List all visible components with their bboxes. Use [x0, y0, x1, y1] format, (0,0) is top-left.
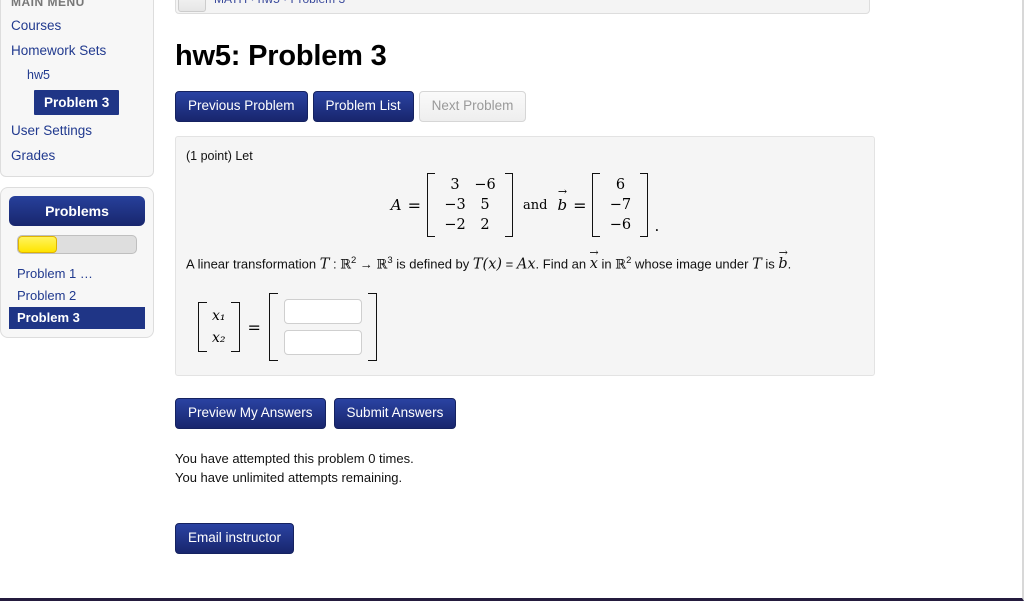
vector-b: 6 −7 −6	[592, 173, 649, 237]
vector-b-symbol: b	[778, 254, 787, 274]
bracket-right-icon	[367, 293, 377, 362]
attempt-status: You have attempted this problem 0 times.…	[175, 449, 875, 487]
A-times-x: Ax	[516, 256, 536, 273]
equals-sign-a: =	[407, 195, 421, 215]
transformation-T: T	[319, 256, 330, 273]
status-line-attempts: You have attempted this problem 0 times.	[175, 451, 414, 467]
sidebar-item-problem-3[interactable]: Problem 3	[34, 90, 120, 115]
matrix-cell: 3	[450, 177, 460, 193]
statement-part-7: .	[787, 256, 792, 272]
vector-b-cells: 6 −7 −6	[600, 173, 640, 237]
sidebar-toggle-icon[interactable]	[178, 0, 206, 12]
problem-link-1[interactable]: Problem 1 …	[9, 263, 145, 285]
bracket-right-icon	[505, 173, 513, 237]
problem-nav-buttons: Previous Problem Problem List Next Probl…	[175, 91, 875, 122]
period: .	[654, 217, 660, 235]
matrix-a-label: A	[390, 196, 402, 214]
bracket-left-icon	[268, 293, 278, 362]
sidebar-item-user-settings[interactable]: User Settings	[1, 118, 153, 143]
points-label: (1 point) Let	[186, 149, 253, 163]
matrix-cell: −6	[609, 217, 632, 233]
sidebar: MAIN MENU Courses Homework Sets hw5 Prob…	[0, 0, 154, 338]
equals-text: =	[502, 256, 517, 272]
submit-answers-button[interactable]: Submit Answers	[333, 398, 457, 430]
T-of-x: T(x)	[472, 256, 503, 273]
statement-part-3: . Find an	[535, 256, 590, 272]
answer-area: x₁ x₂ =	[186, 293, 864, 362]
answer-input-x2[interactable]	[283, 330, 362, 356]
submit-buttons: Preview My Answers Submit Answers	[175, 398, 875, 430]
previous-problem-button[interactable]: Previous Problem	[175, 91, 308, 122]
sidebar-item-courses[interactable]: Courses	[1, 13, 153, 38]
matrix-cell: 2	[480, 217, 490, 233]
statement-part-1: A linear transformation	[186, 256, 320, 272]
answer-vector	[268, 293, 377, 362]
transformation-T: T	[752, 256, 762, 273]
statement-part-6: is	[761, 256, 779, 272]
bracket-right-icon	[230, 302, 240, 353]
breadcrumb: MATH · hw5 · Problem 3	[208, 0, 345, 6]
unknown-vector-cells: x₁ x₂	[207, 302, 231, 352]
problems-panel-title: Problems	[9, 196, 145, 226]
statement-colon: :	[329, 256, 341, 272]
statement-part-4: in	[597, 256, 616, 272]
matrix-cell: −3	[444, 197, 466, 213]
bracket-left-icon	[592, 173, 601, 237]
progress-bar	[17, 235, 137, 254]
matrix-equation: A = 3 −6 −3 5 −2 2 and b =	[186, 173, 864, 237]
answer-equals-sign: =	[247, 317, 261, 337]
reals-symbol: ℝ	[615, 257, 627, 273]
status-line-remaining: You have unlimited attempts remaining.	[175, 470, 403, 486]
next-problem-button: Next Problem	[418, 91, 527, 122]
matrix-cell: −7	[609, 197, 632, 213]
main-menu-panel: MAIN MENU Courses Homework Sets hw5 Prob…	[0, 0, 154, 177]
preview-my-answers-button[interactable]: Preview My Answers	[175, 398, 326, 430]
matrix-cell: 5	[480, 197, 490, 213]
email-instructor-button[interactable]: Email instructor	[175, 523, 295, 555]
problem-panel: (1 point) Let A = 3 −6 −3 5 −2 2 and b →…	[175, 136, 875, 377]
equals-sign-b: =	[573, 195, 587, 215]
sidebar-item-hw5[interactable]: hw5	[1, 63, 153, 88]
matrix-cell: −2	[444, 217, 466, 233]
statement-part-5: whose image under	[631, 256, 753, 272]
problems-panel: Problems Problem 1 … Problem 2 Problem 3	[0, 187, 154, 338]
statement-part-2: is defined by	[392, 256, 473, 272]
matrix-cell: −6	[474, 177, 496, 193]
problem-list-button[interactable]: Problem List	[312, 91, 414, 122]
progress-bar-fill	[18, 236, 57, 253]
page-root: MATH · hw5 · Problem 3 MAIN MENU Courses…	[0, 0, 1024, 601]
bracket-right-icon	[640, 173, 649, 237]
answer-fields	[278, 293, 368, 361]
sidebar-item-grades[interactable]: Grades	[1, 143, 153, 168]
matrix-a-cells: 3 −6 −3 5 −2 2	[435, 173, 505, 237]
arrow-symbol: →	[356, 256, 377, 272]
problem-statement: A linear transformation T : ℝ2 → ℝ3 is d…	[186, 251, 864, 275]
bracket-left-icon	[198, 302, 207, 353]
unknown-x1: x₁	[212, 308, 226, 325]
unknown-vector: x₁ x₂	[198, 302, 240, 353]
reals-symbol: ℝ	[340, 257, 352, 273]
matrix-a: 3 −6 −3 5 −2 2	[427, 173, 513, 237]
sidebar-item-homework-sets[interactable]: Homework Sets	[1, 38, 153, 63]
page-title: hw5: Problem 3	[175, 40, 387, 72]
sidebar-active-wrap: Problem 3	[1, 88, 153, 118]
main-content: hw5: Problem 3 Previous Problem Problem …	[175, 40, 875, 555]
problem-link-2[interactable]: Problem 2	[9, 285, 145, 307]
conjunction-and: and	[523, 197, 548, 213]
matrix-cell: 6	[615, 177, 626, 193]
bracket-left-icon	[427, 173, 435, 237]
problem-link-3[interactable]: Problem 3	[9, 307, 145, 329]
vector-b-label: b	[557, 196, 567, 214]
answer-input-x1[interactable]	[283, 299, 362, 325]
vector-x-symbol: x	[590, 254, 598, 274]
main-menu-heading: MAIN MENU	[11, 0, 85, 9]
reals-symbol: ℝ	[376, 257, 388, 273]
breadcrumb-bar: MATH · hw5 · Problem 3	[175, 0, 870, 14]
unknown-x2: x₂	[212, 330, 226, 347]
